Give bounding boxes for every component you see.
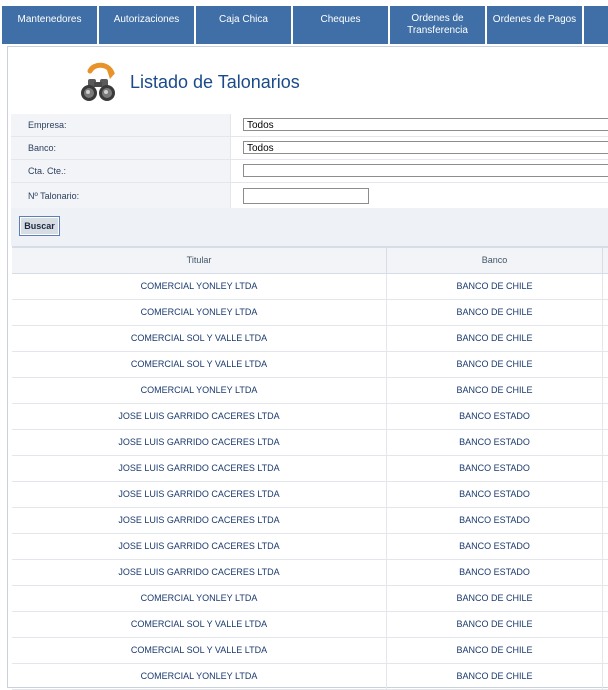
cell-banco: BANCO ESTADO — [387, 482, 603, 507]
cell-titular: JOSE LUIS GARRIDO CACERES LTDA — [12, 508, 387, 533]
nav-item-label: Ordenes de Transferencia — [407, 13, 468, 36]
cell-titular: JOSE LUIS GARRIDO CACERES LTDA — [12, 560, 387, 585]
nav-item-label: Mantenedores — [17, 14, 82, 25]
table-row[interactable]: COMERCIAL YONLEY LTDA BANCO DE CHILE — [12, 378, 608, 404]
nav-item-label: Ordenes de Pagos — [492, 14, 577, 25]
cell-titular: JOSE LUIS GARRIDO CACERES LTDA — [12, 404, 387, 429]
table-row[interactable]: COMERCIAL SOL Y VALLE LTDA BANCO DE CHILE — [12, 638, 608, 664]
page-header: Listado de Talonarios — [8, 47, 608, 113]
filter-row-cta-cte: Cta. Cte.: — [11, 160, 608, 183]
cell-titular: COMERCIAL YONLEY LTDA — [12, 664, 387, 689]
table-row[interactable]: JOSE LUIS GARRIDO CACERES LTDA BANCO ESTA… — [12, 560, 608, 586]
table-row[interactable]: JOSE LUIS GARRIDO CACERES LTDA BANCO ESTA… — [12, 534, 608, 560]
button-bar: Buscar — [11, 208, 608, 246]
filter-row-talonario: Nº Talonario: — [11, 183, 608, 210]
cell-banco: BANCO DE CHILE — [387, 612, 603, 637]
cell-titular: JOSE LUIS GARRIDO CACERES LTDA — [12, 430, 387, 455]
cell-banco: BANCO ESTADO — [387, 456, 603, 481]
main-panel: Listado de Talonarios Empresa: Todos Ban… — [7, 46, 608, 690]
cell-titular: COMERCIAL SOL Y VALLE LTDA — [12, 326, 387, 351]
talonario-input[interactable] — [243, 188, 369, 204]
table-body: COMERCIAL YONLEY LTDA BANCO DE CHILE COMER… — [12, 274, 608, 690]
table-row[interactable]: JOSE LUIS GARRIDO CACERES LTDA BANCO ESTA… — [12, 430, 608, 456]
banco-select[interactable]: Todos — [243, 141, 608, 154]
filter-row-banco: Banco: Todos — [11, 137, 608, 160]
cta-cte-label: Cta. Cte.: — [11, 160, 231, 182]
results-table: Titular Banco COMERCIAL YONLEY LTDA BANCO… — [12, 246, 608, 690]
top-nav: Mantenedores Autorizaciones Caja Chica C… — [0, 0, 608, 46]
table-row[interactable]: COMERCIAL SOL Y VALLE LTDA BANCO DE CHILE — [12, 612, 608, 638]
nav-item-label: Autorizaciones — [113, 14, 180, 25]
table-row[interactable]: COMERCIAL YONLEY LTDA BANCO DE CHILE — [12, 300, 608, 326]
column-header-banco[interactable]: Banco — [387, 248, 603, 273]
nav-item-label: Cheques — [320, 14, 361, 25]
table-header: Titular Banco — [12, 246, 608, 274]
cell-banco: BANCO ESTADO — [387, 430, 603, 455]
binoculars-icon — [76, 61, 118, 103]
cell-titular: COMERCIAL YONLEY LTDA — [12, 300, 387, 325]
table-row[interactable]: COMERCIAL SOL Y VALLE LTDA BANCO DE CHILE — [12, 326, 608, 352]
cell-banco: BANCO DE CHILE — [387, 664, 603, 689]
table-row[interactable]: JOSE LUIS GARRIDO CACERES LTDA BANCO ESTA… — [12, 404, 608, 430]
table-row[interactable]: JOSE LUIS GARRIDO CACERES LTDA BANCO ESTA… — [12, 508, 608, 534]
cell-banco: BANCO DE CHILE — [387, 300, 603, 325]
cell-titular: COMERCIAL SOL Y VALLE LTDA — [12, 352, 387, 377]
table-row[interactable]: COMERCIAL SOL Y VALLE LTDA BANCO DE CHILE — [12, 352, 608, 378]
table-row[interactable]: COMERCIAL YONLEY LTDA BANCO DE CHILE — [12, 274, 608, 300]
cell-banco: BANCO ESTADO — [387, 508, 603, 533]
filter-form: Empresa: Todos Banco: Todos Cta. Cte.: N… — [11, 114, 608, 210]
empresa-select[interactable]: Todos — [243, 118, 608, 131]
cell-banco: BANCO DE CHILE — [387, 638, 603, 663]
buscar-button[interactable]: Buscar — [19, 216, 60, 236]
table-row[interactable]: COMERCIAL YONLEY LTDA BANCO DE CHILE — [12, 586, 608, 612]
cell-banco: BANCO DE CHILE — [387, 326, 603, 351]
cell-titular: COMERCIAL YONLEY LTDA — [12, 274, 387, 299]
cell-banco: BANCO DE CHILE — [387, 378, 603, 403]
cell-titular: JOSE LUIS GARRIDO CACERES LTDA — [12, 534, 387, 559]
cell-banco: BANCO ESTADO — [387, 560, 603, 585]
cell-banco: BANCO ESTADO — [387, 404, 603, 429]
table-row[interactable]: JOSE LUIS GARRIDO CACERES LTDA BANCO ESTA… — [12, 456, 608, 482]
nav-item-label: Caja Chica — [219, 14, 268, 25]
cell-titular: COMERCIAL YONLEY LTDA — [12, 586, 387, 611]
cell-titular: COMERCIAL YONLEY LTDA — [12, 378, 387, 403]
filter-row-empresa: Empresa: Todos — [11, 114, 608, 137]
cell-banco: BANCO DE CHILE — [387, 352, 603, 377]
cell-titular: COMERCIAL SOL Y VALLE LTDA — [12, 638, 387, 663]
nav-item-ordenes-pagos[interactable]: Ordenes de Pagos — [487, 6, 584, 44]
table-row[interactable]: COMERCIAL YONLEY LTDA BANCO DE CHILE — [12, 664, 608, 690]
cell-titular: COMERCIAL SOL Y VALLE LTDA — [12, 612, 387, 637]
nav-item-ordenes-transferencia[interactable]: Ordenes de Transferencia — [390, 6, 487, 44]
cell-banco: BANCO ESTADO — [387, 534, 603, 559]
cell-titular: JOSE LUIS GARRIDO CACERES LTDA — [12, 456, 387, 481]
empresa-label: Empresa: — [11, 114, 231, 136]
nav-item-mantenedores[interactable]: Mantenedores — [2, 6, 99, 44]
nav-item-caja-chica[interactable]: Caja Chica — [196, 6, 293, 44]
column-header-titular[interactable]: Titular — [12, 248, 387, 273]
cell-banco: BANCO DE CHILE — [387, 274, 603, 299]
cell-banco: BANCO DE CHILE — [387, 586, 603, 611]
talonario-label: Nº Talonario: — [11, 183, 231, 209]
nav-item-autorizaciones[interactable]: Autorizaciones — [99, 6, 196, 44]
nav-item-cheques[interactable]: Cheques — [293, 6, 390, 44]
nav-item-more[interactable] — [584, 6, 608, 44]
cta-cte-select[interactable] — [243, 164, 608, 177]
cell-titular: JOSE LUIS GARRIDO CACERES LTDA — [12, 482, 387, 507]
table-row[interactable]: JOSE LUIS GARRIDO CACERES LTDA BANCO ESTA… — [12, 482, 608, 508]
page-title: Listado de Talonarios — [130, 72, 300, 92]
banco-label: Banco: — [11, 137, 231, 159]
